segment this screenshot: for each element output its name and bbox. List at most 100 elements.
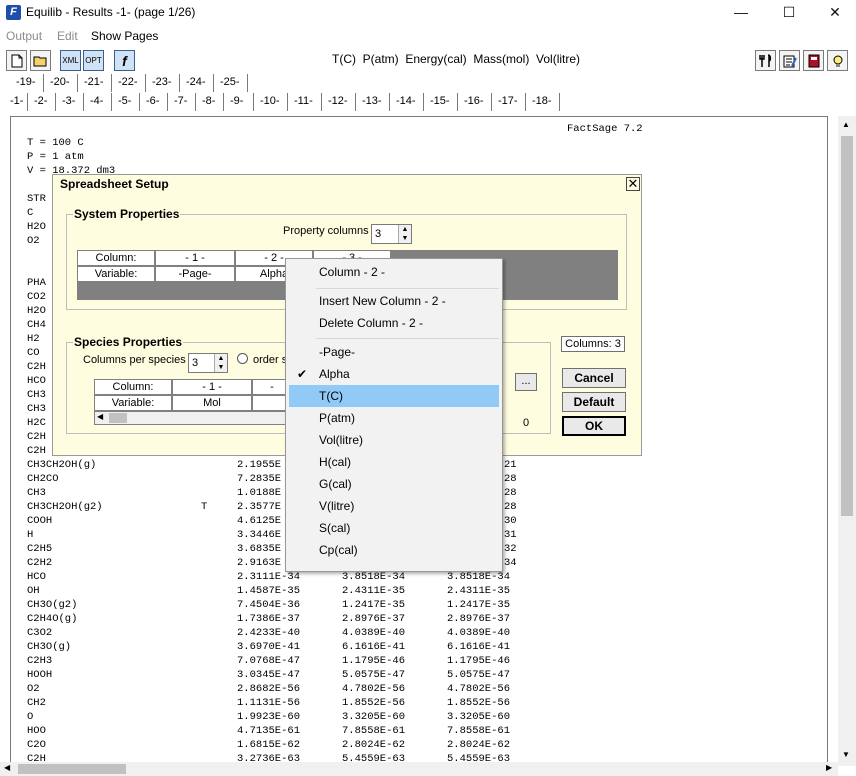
- page-tab[interactable]: -16-: [458, 93, 492, 111]
- property-columns-stepper[interactable]: 3 ▲ ▼: [371, 224, 412, 244]
- page-tab[interactable]: -24-: [180, 74, 214, 92]
- page-tab[interactable]: -13-: [356, 93, 390, 111]
- page-tab[interactable]: -4-: [84, 93, 112, 111]
- fork-knife-icon[interactable]: [755, 50, 776, 71]
- dialog-close-icon[interactable]: ✕: [626, 177, 640, 191]
- scroll-left-icon[interactable]: ◀: [97, 412, 103, 421]
- output-line: P = 1 atm: [27, 151, 84, 163]
- columns-count-box: Columns: 3: [561, 336, 625, 352]
- menu-separator: [316, 288, 499, 289]
- delete-column-item[interactable]: Delete Column - 2 -: [289, 312, 499, 334]
- page-tab[interactable]: -10-: [254, 93, 288, 111]
- species-value: 5.0575E-47: [342, 669, 406, 681]
- browse-button[interactable]: ...: [515, 373, 537, 391]
- opt-icon[interactable]: OPT: [83, 50, 104, 71]
- stepper-arrows-icon[interactable]: ▲ ▼: [214, 354, 227, 372]
- open-folder-icon[interactable]: [30, 50, 51, 71]
- page-tab[interactable]: -25-: [214, 74, 248, 92]
- function-icon[interactable]: f: [114, 50, 135, 71]
- variable-option[interactable]: ✔ Alpha: [289, 363, 499, 385]
- species-value: 4.0389E-40: [447, 627, 511, 639]
- maximize-button[interactable]: ☐: [766, 0, 812, 26]
- species-value: 2.8976E-37: [342, 613, 406, 625]
- species-name: C2O: [27, 739, 46, 751]
- default-button[interactable]: Default: [562, 392, 626, 412]
- order-radio[interactable]: [237, 353, 248, 364]
- variable-option-label: G(cal): [319, 477, 352, 491]
- page-tab[interactable]: -12-: [322, 93, 356, 111]
- cancel-button[interactable]: Cancel: [562, 368, 626, 388]
- page-tab[interactable]: -15-: [424, 93, 458, 111]
- species-value: 4.7135E-61: [237, 725, 301, 737]
- variable-option[interactable]: Vol(litre): [289, 429, 499, 451]
- variable-option[interactable]: P(atm): [289, 407, 499, 429]
- output-line: O2: [27, 235, 40, 247]
- page-tab[interactable]: -9-: [224, 93, 254, 111]
- species-value: 1.6815E-62: [237, 739, 301, 751]
- columns-per-species-stepper[interactable]: 3 ▲ ▼: [188, 353, 228, 373]
- close-window-button[interactable]: ✕: [812, 0, 856, 26]
- xml-icon[interactable]: XML: [60, 50, 81, 71]
- page-tab[interactable]: -7-: [168, 93, 196, 111]
- horizontal-scroll-thumb[interactable]: [18, 764, 126, 774]
- ok-button[interactable]: OK: [562, 416, 626, 436]
- book-icon[interactable]: [803, 50, 824, 71]
- species-name: O2: [27, 683, 40, 695]
- grid-variable-cell[interactable]: Mol: [172, 395, 252, 411]
- scroll-up-icon[interactable]: ▲: [842, 120, 850, 129]
- page-tab[interactable]: -21-: [78, 74, 112, 92]
- page-tab[interactable]: -19-: [10, 74, 44, 92]
- grid-column-cell[interactable]: - 1 -: [172, 379, 252, 395]
- page-tab[interactable]: -11-: [288, 93, 322, 111]
- variable-option[interactable]: V(litre): [289, 495, 499, 517]
- page-tab[interactable]: -14-: [390, 93, 424, 111]
- scroll-left-icon[interactable]: ◀: [4, 763, 10, 772]
- variable-option[interactable]: T(C): [289, 385, 499, 407]
- page-tab[interactable]: -8-: [196, 93, 224, 111]
- species-name: CH2: [27, 697, 46, 709]
- insert-column-item[interactable]: Insert New Column - 2 -: [289, 290, 499, 312]
- stepper-arrows-icon[interactable]: ▲ ▼: [398, 225, 411, 243]
- minimize-button[interactable]: —: [718, 0, 764, 26]
- species-value: 2.8682E-56: [237, 683, 301, 695]
- grid-variable-cell[interactable]: -Page-: [155, 266, 235, 282]
- species-grid-scrollbar[interactable]: ◀: [94, 411, 292, 425]
- species-value: 2.8024E-62: [342, 739, 406, 751]
- scroll-down-icon[interactable]: ▼: [842, 750, 850, 759]
- species-value-fragment: 31: [504, 529, 517, 541]
- page-tab[interactable]: -2-: [28, 93, 56, 111]
- page-tab[interactable]: -6-: [140, 93, 168, 111]
- variable-option[interactable]: G(cal): [289, 473, 499, 495]
- edit-list-icon[interactable]: [779, 50, 800, 71]
- page-tab[interactable]: -3-: [56, 93, 84, 111]
- variable-option[interactable]: H(cal): [289, 451, 499, 473]
- menu-edit[interactable]: Edit: [57, 29, 78, 43]
- species-value-fragment: 28: [504, 473, 517, 485]
- vertical-scroll-thumb[interactable]: [841, 136, 853, 516]
- variable-option-label: S(cal): [319, 521, 351, 535]
- grid-column-cell[interactable]: - 1 -: [155, 250, 235, 266]
- scroll-right-icon[interactable]: ▶: [826, 763, 832, 772]
- variable-option[interactable]: -Page-: [289, 341, 499, 363]
- menu-output[interactable]: Output: [6, 29, 42, 43]
- page-tab[interactable]: -20-: [44, 74, 78, 92]
- page-tab[interactable]: -23-: [146, 74, 180, 92]
- variable-option[interactable]: S(cal): [289, 517, 499, 539]
- variable-option[interactable]: Cp(cal): [289, 539, 499, 561]
- species-scroll-thumb[interactable]: [109, 413, 127, 423]
- page-tab[interactable]: -5-: [112, 93, 140, 111]
- checkmark-icon: ✔: [297, 367, 308, 381]
- vertical-scrollbar[interactable]: ▲ ▼: [838, 116, 856, 766]
- dialog-title: Spreadsheet Setup: [60, 177, 169, 191]
- page-tab[interactable]: -22-: [112, 74, 146, 92]
- title-bar: F Equilib - Results -1- (page 1/26) — ☐ …: [0, 0, 856, 26]
- page-tab[interactable]: -1-: [4, 93, 28, 111]
- horizontal-scrollbar[interactable]: ◀ ▶: [0, 762, 838, 776]
- species-value: 7.4504E-36: [237, 599, 301, 611]
- menu-show-pages[interactable]: Show Pages: [91, 29, 158, 43]
- page-tab[interactable]: -18-: [526, 93, 560, 111]
- species-value: 4.6125E: [237, 515, 282, 527]
- lightbulb-icon[interactable]: [827, 50, 848, 71]
- new-file-icon[interactable]: [6, 50, 27, 71]
- page-tab[interactable]: -17-: [492, 93, 526, 111]
